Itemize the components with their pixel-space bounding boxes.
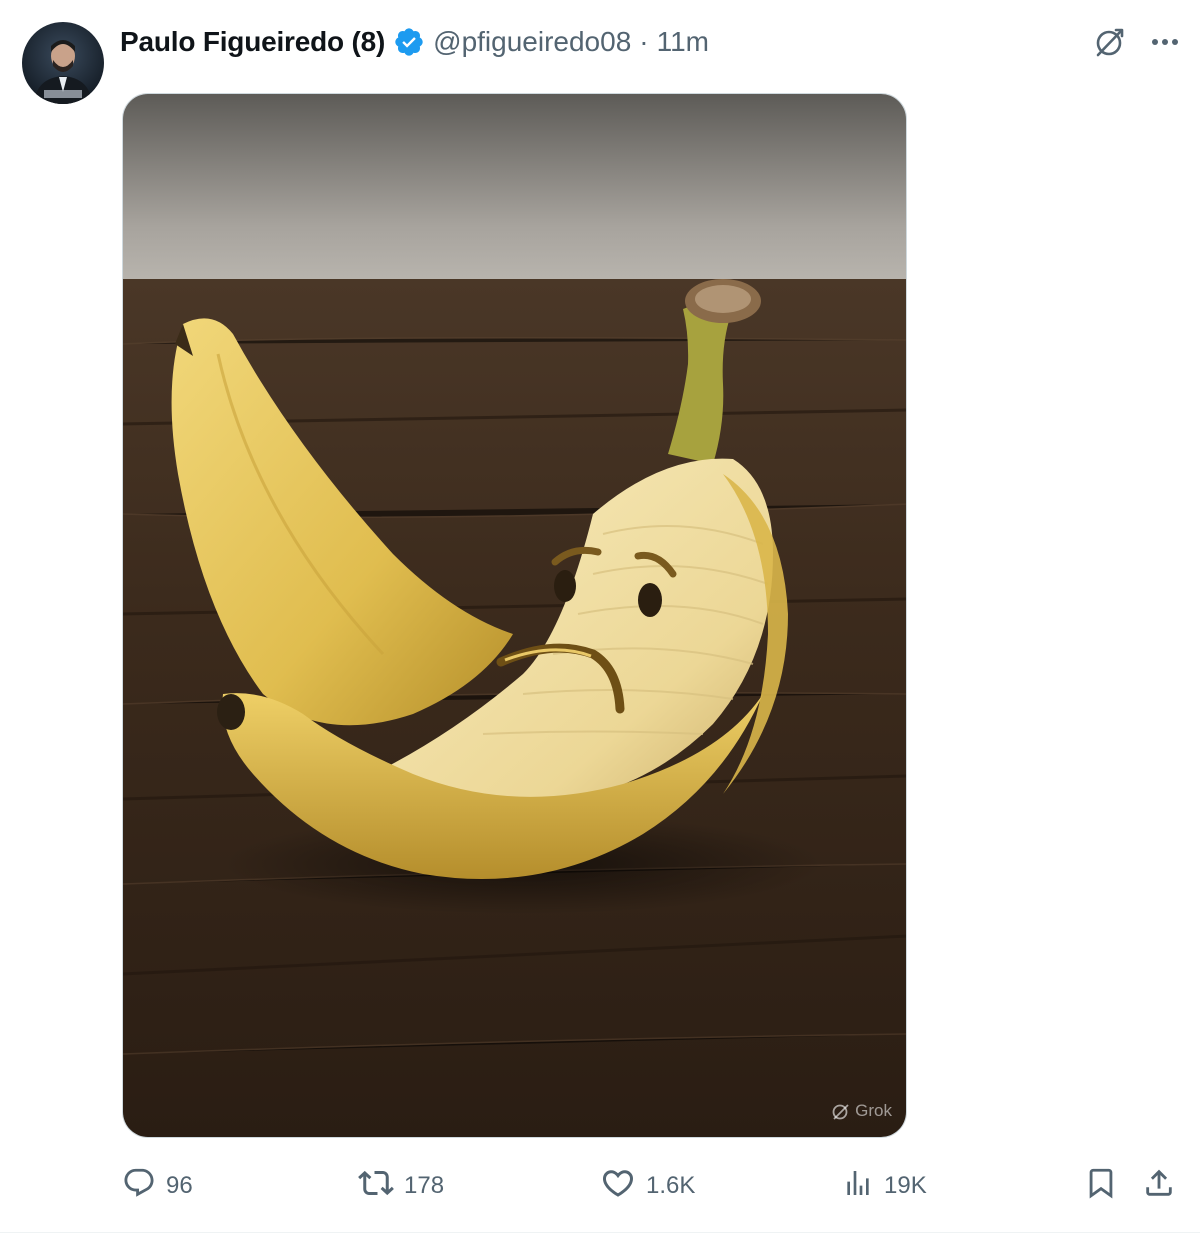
- avatar[interactable]: [22, 22, 104, 104]
- display-name[interactable]: Paulo Figueiredo (8): [120, 26, 385, 58]
- like-count: 1.6K: [646, 1172, 696, 1199]
- bookmark-icon: [1084, 1166, 1118, 1207]
- timestamp[interactable]: 11m: [657, 26, 709, 58]
- repost-button[interactable]: 178: [358, 1165, 444, 1208]
- separator-dot: ·: [639, 26, 649, 57]
- verified-badge-icon[interactable]: [393, 26, 425, 58]
- user-handle[interactable]: @pfigueiredo08: [433, 26, 631, 58]
- tweet-header: Paulo Figueiredo (8) @pfigueiredo08 · 11…: [120, 22, 709, 62]
- reply-count: 96: [166, 1172, 193, 1199]
- bookmark-button[interactable]: [1084, 1166, 1118, 1207]
- avatar-image: [22, 22, 104, 104]
- tweet-actions: 96 178 1.6K 19K: [118, 1162, 1188, 1210]
- tweet-card[interactable]: Paulo Figueiredo (8) @pfigueiredo08 · 11…: [0, 0, 1200, 1237]
- repost-count: 178: [404, 1172, 445, 1199]
- sad-banana-image: [123, 94, 906, 1137]
- share-icon: [1142, 1166, 1176, 1207]
- share-button[interactable]: [1142, 1166, 1176, 1207]
- more-icon[interactable]: [1150, 27, 1180, 57]
- tweet-media-image[interactable]: Grok: [122, 93, 907, 1138]
- like-button[interactable]: 1.6K: [600, 1165, 695, 1208]
- repost-icon: [358, 1165, 394, 1208]
- views-icon: [842, 1167, 874, 1206]
- reply-icon: [122, 1166, 156, 1207]
- grok-watermark-icon: [832, 1104, 849, 1120]
- grok-watermark: Grok: [831, 1101, 892, 1121]
- grok-watermark-label: Grok: [855, 1101, 892, 1120]
- header-actions: [1092, 22, 1180, 62]
- views-count: 19K: [884, 1172, 927, 1199]
- reply-button[interactable]: 96: [122, 1166, 193, 1207]
- grok-icon[interactable]: [1092, 24, 1128, 60]
- heart-icon: [600, 1165, 636, 1208]
- divider: [0, 1232, 1200, 1233]
- views-button[interactable]: 19K: [842, 1167, 927, 1206]
